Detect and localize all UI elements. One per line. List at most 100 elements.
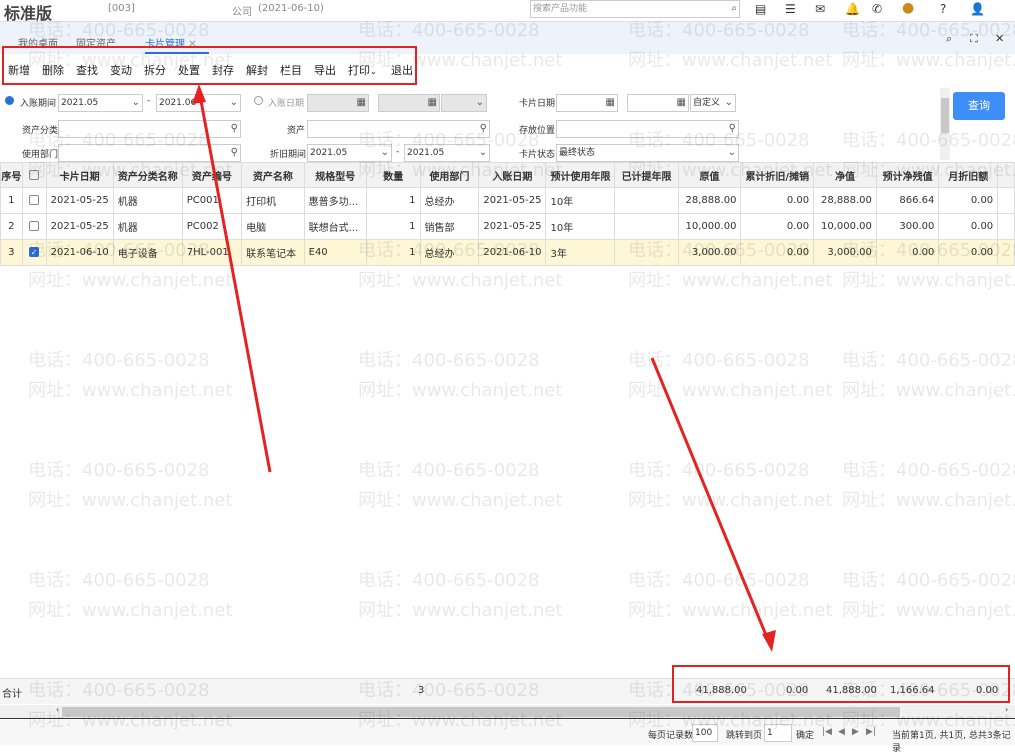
column-header[interactable]: 累计折旧/摊销: [740, 162, 815, 188]
column-header[interactable]: 使用部门: [419, 162, 480, 188]
phone-icon[interactable]: ✆: [872, 2, 882, 16]
column-header[interactable]: 入账日期: [478, 162, 547, 188]
seal-button[interactable]: 封存: [212, 62, 234, 78]
export-button[interactable]: 导出: [314, 62, 336, 78]
column-header[interactable]: 资产分类名称: [112, 162, 183, 188]
entry-period-to-select[interactable]: 2021.06 ⌄: [156, 94, 241, 112]
select-all-checkbox[interactable]: [29, 169, 40, 180]
split-button[interactable]: 拆分: [144, 62, 166, 78]
first-page-icon[interactable]: |◀: [822, 727, 832, 737]
avatar[interactable]: ●: [902, 0, 914, 16]
dispose-button[interactable]: 处置: [178, 62, 200, 78]
change-button[interactable]: 变动: [110, 62, 132, 78]
feature-search-input[interactable]: 搜索产品功能 ⌕: [530, 0, 740, 18]
column-header[interactable]: 月折旧额: [938, 162, 999, 188]
entry-date-from-input[interactable]: ▦: [307, 94, 369, 112]
search-icon[interactable]: ⌕: [946, 32, 952, 46]
asset-category-input[interactable]: ⚲: [58, 120, 241, 138]
help-icon[interactable]: ?: [940, 2, 946, 16]
row-checkbox[interactable]: [29, 195, 40, 205]
total-monthly-depreciation: 0.00: [976, 685, 999, 696]
prev-page-icon[interactable]: ◀: [838, 727, 845, 737]
column-header[interactable]: 原值: [677, 162, 742, 188]
table-row[interactable]: 2 2021-05-25 机器 PC002 电脑 联想台式... 1 销售部 2021-05-2…: [0, 213, 1015, 240]
dep-period-from-select[interactable]: 2021.05 ⌄: [307, 144, 392, 162]
column-header[interactable]: 预计使用年限: [545, 162, 616, 188]
task-icon[interactable]: ☰: [785, 2, 796, 16]
print-button[interactable]: 打印⌄: [348, 62, 377, 78]
exit-button[interactable]: 退出: [391, 62, 413, 78]
user-icon[interactable]: 👤: [970, 2, 985, 16]
per-page-input[interactable]: 100: [692, 724, 718, 742]
filter-scrollbar[interactable]: [940, 88, 950, 160]
scroll-right-icon[interactable]: ›: [1005, 705, 1008, 714]
maximize-icon[interactable]: ⛶: [970, 32, 978, 46]
next-page-icon[interactable]: ▶: [852, 727, 859, 737]
search-icon[interactable]: ⌕: [731, 2, 737, 15]
scrollbar-thumb[interactable]: [62, 707, 900, 717]
column-header[interactable]: [21, 162, 47, 188]
confirm-button[interactable]: 确定: [796, 728, 814, 741]
column-header[interactable]: 数量: [365, 162, 421, 188]
asset-input[interactable]: ⚲: [307, 120, 490, 138]
query-button[interactable]: 查询: [953, 92, 1005, 120]
row-checkbox[interactable]: ✓: [29, 247, 40, 257]
column-header[interactable]: 资产名称: [241, 162, 305, 188]
app-title: 标准版: [4, 4, 53, 23]
card-date-to-input[interactable]: ▦: [627, 94, 689, 112]
tab-fixed-assets[interactable]: 固定资产: [76, 35, 116, 50]
entry-date-to-input[interactable]: ▦: [378, 94, 440, 112]
column-header[interactable]: 序号: [0, 162, 23, 188]
table-cell: 10,000.00: [813, 213, 877, 240]
search-icon[interactable]: ⚲: [231, 146, 238, 159]
toolbar: 新增 删除 查找 变动 拆分 处置 封存 解封 栏目 导出 打印⌄ 退出: [0, 54, 1015, 84]
unseal-button[interactable]: 解封: [246, 62, 268, 78]
login-date: (2021-06-10): [258, 3, 324, 14]
dep-period-to-select[interactable]: 2021.05 ⌄: [404, 144, 490, 162]
message-icon[interactable]: ✉: [815, 2, 825, 16]
search-icon[interactable]: ⚲: [231, 122, 238, 135]
value: 最终状态: [559, 148, 596, 158]
table-row[interactable]: 3 ✓ 2021-06-10 电子设备 7HL-001 联系笔记本 E40 1 总经办 2021-…: [0, 239, 1015, 266]
table-cell: 0.00: [938, 213, 999, 240]
table-row[interactable]: 1 2021-05-25 机器 PC001 打印机 惠普多功... 1 总经办 2021-05-…: [0, 187, 1015, 214]
close-tab-icon[interactable]: ✕: [188, 39, 196, 50]
column-header[interactable]: 净值: [813, 162, 877, 188]
card-date-from-input[interactable]: ▦: [556, 94, 618, 112]
tab-desktop[interactable]: 我的桌面: [18, 35, 58, 50]
columns-button[interactable]: 栏目: [280, 62, 302, 78]
calendar-icon[interactable]: ▦: [606, 96, 615, 109]
watermark-text: 电话：400-665-0028: [842, 460, 1015, 481]
tab-card-management[interactable]: 卡片管理 ✕: [145, 35, 209, 54]
location-input[interactable]: ⚲: [556, 120, 739, 138]
search-icon[interactable]: ⚲: [729, 122, 736, 135]
scroll-left-icon[interactable]: ‹: [56, 705, 59, 714]
entry-period-from-select[interactable]: 2021.05 ⌄: [58, 94, 143, 112]
table-cell: 0.00: [740, 239, 815, 266]
entry-date-mode-select[interactable]: ⌄: [441, 94, 487, 112]
last-page-icon[interactable]: ▶|: [866, 727, 876, 737]
calendar-icon[interactable]: ▦: [428, 96, 437, 109]
close-icon[interactable]: ✕: [995, 32, 1004, 45]
department-input[interactable]: ⚲: [58, 144, 241, 162]
bell-icon[interactable]: 🔔: [845, 2, 860, 16]
delete-button[interactable]: 删除: [42, 62, 64, 78]
column-header[interactable]: 资产编号: [181, 162, 243, 188]
calendar-icon[interactable]: ▦: [677, 96, 686, 109]
card-status-select[interactable]: 最终状态 ⌄: [556, 144, 739, 162]
row-checkbox[interactable]: [29, 221, 40, 231]
add-button[interactable]: 新增: [8, 62, 30, 78]
jump-page-input[interactable]: 1: [764, 724, 792, 742]
column-header[interactable]: 已计提年限: [614, 162, 679, 188]
find-button[interactable]: 查找: [76, 62, 98, 78]
column-header[interactable]: 卡片日期: [45, 162, 114, 188]
horizontal-scrollbar[interactable]: ‹ ›: [0, 705, 1015, 719]
column-header[interactable]: 预计净残值: [875, 162, 940, 188]
calculator-icon[interactable]: ▤: [755, 2, 766, 16]
column-header[interactable]: 规格型号: [303, 162, 367, 188]
calendar-icon[interactable]: ▦: [357, 96, 366, 109]
card-date-mode-select[interactable]: 自定义 ⌄: [690, 94, 736, 112]
entry-period-radio[interactable]: [5, 96, 14, 105]
entry-date-radio[interactable]: [254, 96, 263, 105]
search-icon[interactable]: ⚲: [480, 122, 487, 135]
